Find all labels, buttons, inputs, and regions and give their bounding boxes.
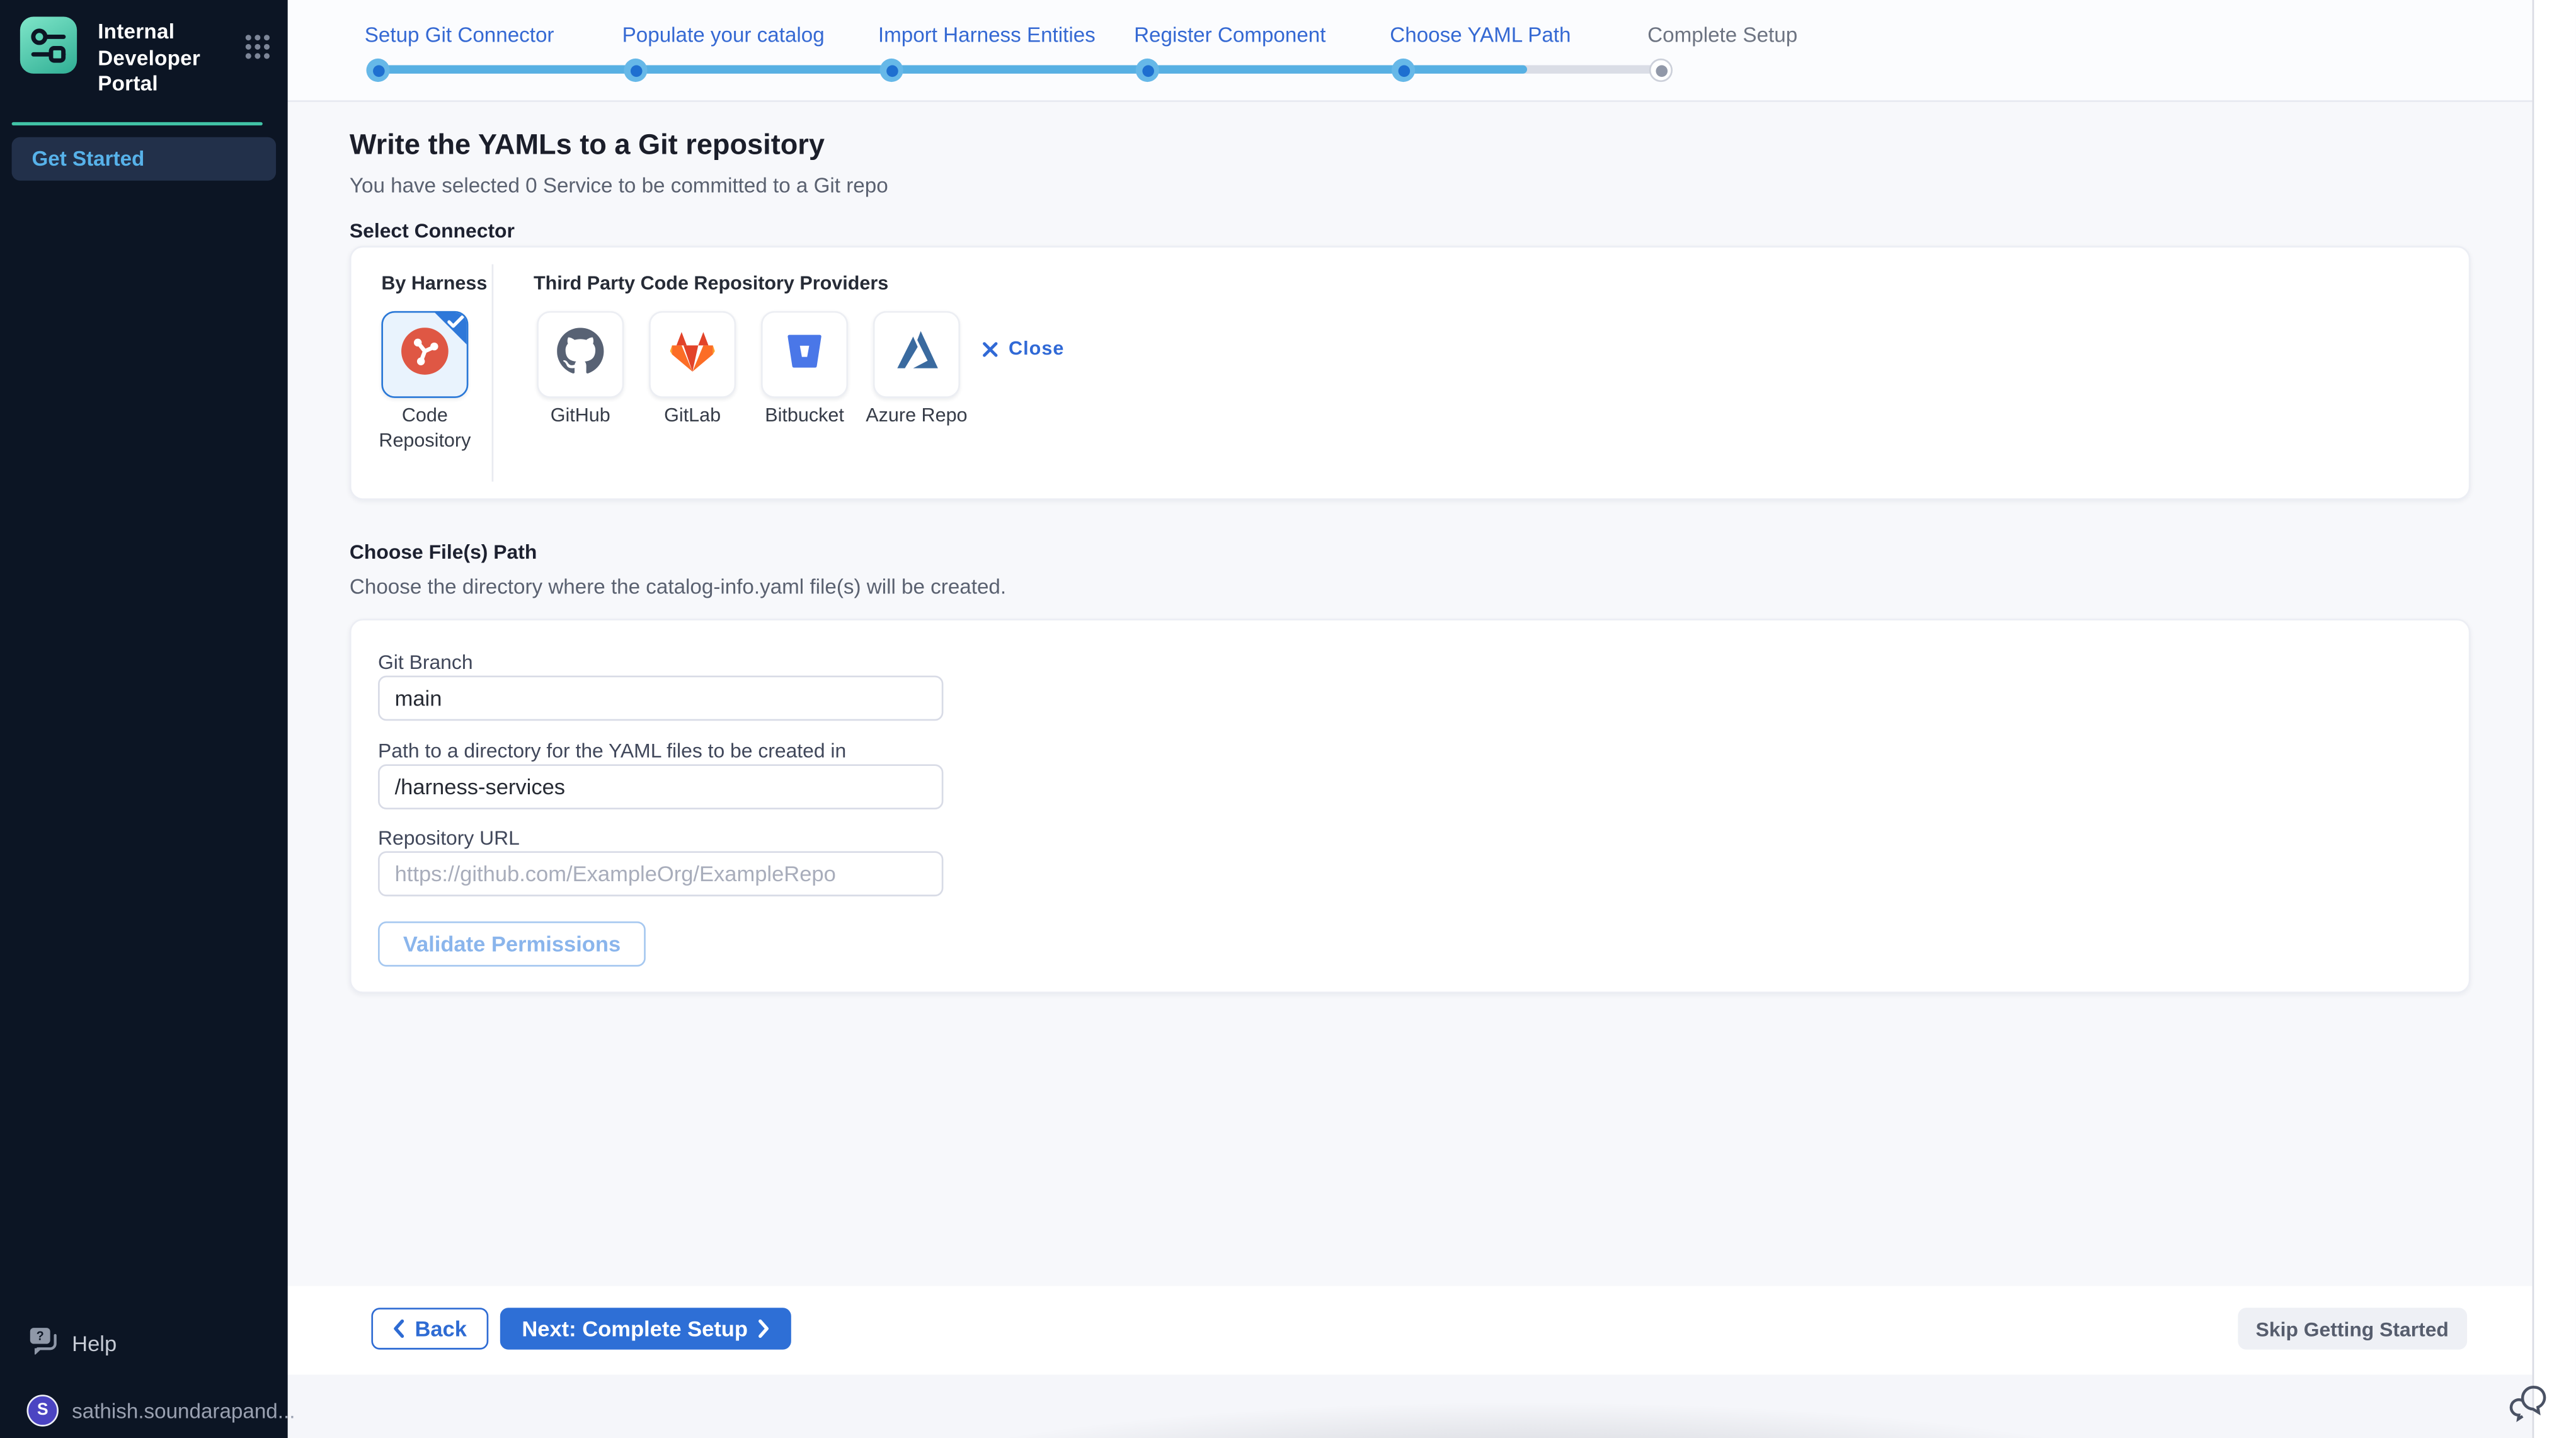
sidebar-item-get-started[interactable]: Get Started — [12, 137, 276, 180]
connector-group-divider — [492, 264, 494, 481]
azure-repo-icon — [893, 329, 940, 380]
step-complete-setup: Complete Setup — [1647, 23, 1797, 47]
app-title: Internal Developer Portal — [98, 20, 258, 98]
connector-card: By Harness Third Party Code Repository P… — [350, 246, 2471, 500]
main-area: Setup Git Connector Populate your catalo… — [288, 0, 2533, 1438]
help-chat-icon: ? — [28, 1326, 59, 1359]
step-dot-1[interactable] — [366, 59, 389, 82]
back-label: Back — [415, 1316, 467, 1341]
close-label: Close — [1009, 340, 1064, 360]
git-branch-label: Git Branch — [378, 651, 473, 674]
step-dot-3[interactable] — [880, 59, 903, 82]
user-name: sathish.soundarapand... — [72, 1399, 295, 1422]
sidebar-header: Internal Developer Portal — [0, 0, 288, 112]
close-icon — [982, 341, 999, 358]
chevron-left-icon — [393, 1320, 405, 1338]
select-connector-heading: Select Connector — [350, 219, 515, 243]
app-logo — [20, 17, 77, 74]
scrollbar-gutter — [2533, 0, 2576, 1438]
connector-tile-azure-repo[interactable] — [873, 311, 960, 398]
connector-tile-bitbucket[interactable] — [761, 311, 848, 398]
step-dot-2[interactable] — [624, 59, 647, 82]
connector-tile-code-repository[interactable] — [381, 311, 468, 398]
bottom-strip — [288, 1374, 2533, 1438]
user-menu[interactable]: S sathish.soundarapand... — [26, 1395, 295, 1426]
close-connector-picker[interactable]: Close — [982, 340, 1064, 360]
wizard-footer: Back Next: Complete Setup Skip Getting S… — [288, 1286, 2533, 1375]
stepper-track-progress — [378, 66, 1527, 74]
choose-path-heading: Choose File(s) Path — [350, 540, 537, 564]
yaml-path-input[interactable] — [378, 764, 943, 809]
connector-tile-gitlab[interactable] — [649, 311, 736, 398]
connector-label-azure-repo: Azure Repo — [850, 405, 983, 430]
bottom-shadow — [823, 1398, 2228, 1438]
chevron-right-icon — [758, 1320, 770, 1338]
skip-getting-started-button[interactable]: Skip Getting Started — [2237, 1308, 2467, 1349]
step-dot-4[interactable] — [1136, 59, 1159, 82]
step-dot-5[interactable] — [1392, 59, 1415, 82]
repository-url-label: Repository URL — [378, 826, 520, 850]
step-register-component[interactable]: Register Component — [1134, 23, 1325, 47]
page-title: Write the YAMLs to a Git repository — [350, 128, 825, 162]
gitlab-icon — [669, 329, 716, 380]
by-harness-label: By Harness — [381, 274, 487, 294]
third-party-label: Third Party Code Repository Providers — [534, 274, 888, 294]
chat-bubbles-icon[interactable] — [2507, 1381, 2551, 1425]
step-choose-yaml-path[interactable]: Choose YAML Path — [1390, 23, 1571, 47]
sidebar: Internal Developer Portal Get Started ? — [0, 0, 288, 1438]
svg-text:?: ? — [37, 1330, 44, 1344]
step-setup-git-connector[interactable]: Setup Git Connector — [365, 23, 554, 47]
github-icon — [557, 327, 604, 382]
avatar: S — [26, 1395, 58, 1426]
step-populate-your-catalog[interactable]: Populate your catalog — [622, 23, 825, 47]
validate-permissions-button[interactable]: Validate Permissions — [378, 922, 646, 967]
help-button[interactable]: ? Help — [28, 1326, 117, 1359]
page-content: Write the YAMLs to a Git repository You … — [288, 102, 2533, 1286]
help-label: Help — [72, 1330, 117, 1355]
yaml-path-label: Path to a directory for the YAML files t… — [378, 739, 846, 763]
selected-check-icon — [433, 311, 469, 346]
step-dot-6 — [1649, 59, 1673, 82]
path-form-card: Git Branch Path to a directory for the Y… — [350, 619, 2471, 993]
back-button[interactable]: Back — [371, 1308, 488, 1349]
app-grid-icon[interactable] — [244, 33, 271, 60]
connector-tile-github[interactable] — [537, 311, 624, 398]
next-complete-setup-button[interactable]: Next: Complete Setup — [500, 1308, 791, 1349]
bitbucket-icon — [783, 329, 827, 380]
choose-path-description: Choose the directory where the catalog-i… — [350, 575, 1006, 598]
next-label: Next: Complete Setup — [522, 1316, 748, 1341]
step-import-harness-entities[interactable]: Import Harness Entities — [878, 23, 1096, 47]
app-window: Internal Developer Portal Get Started ? — [0, 0, 2576, 1438]
page-subtitle: You have selected 0 Service to be commit… — [350, 174, 888, 197]
repository-url-input[interactable] — [378, 851, 943, 896]
sidebar-divider — [12, 122, 263, 125]
connector-label-code-repository: Code Repository — [358, 405, 491, 455]
wizard-stepper: Setup Git Connector Populate your catalo… — [288, 0, 2533, 102]
git-branch-input[interactable] — [378, 676, 943, 721]
